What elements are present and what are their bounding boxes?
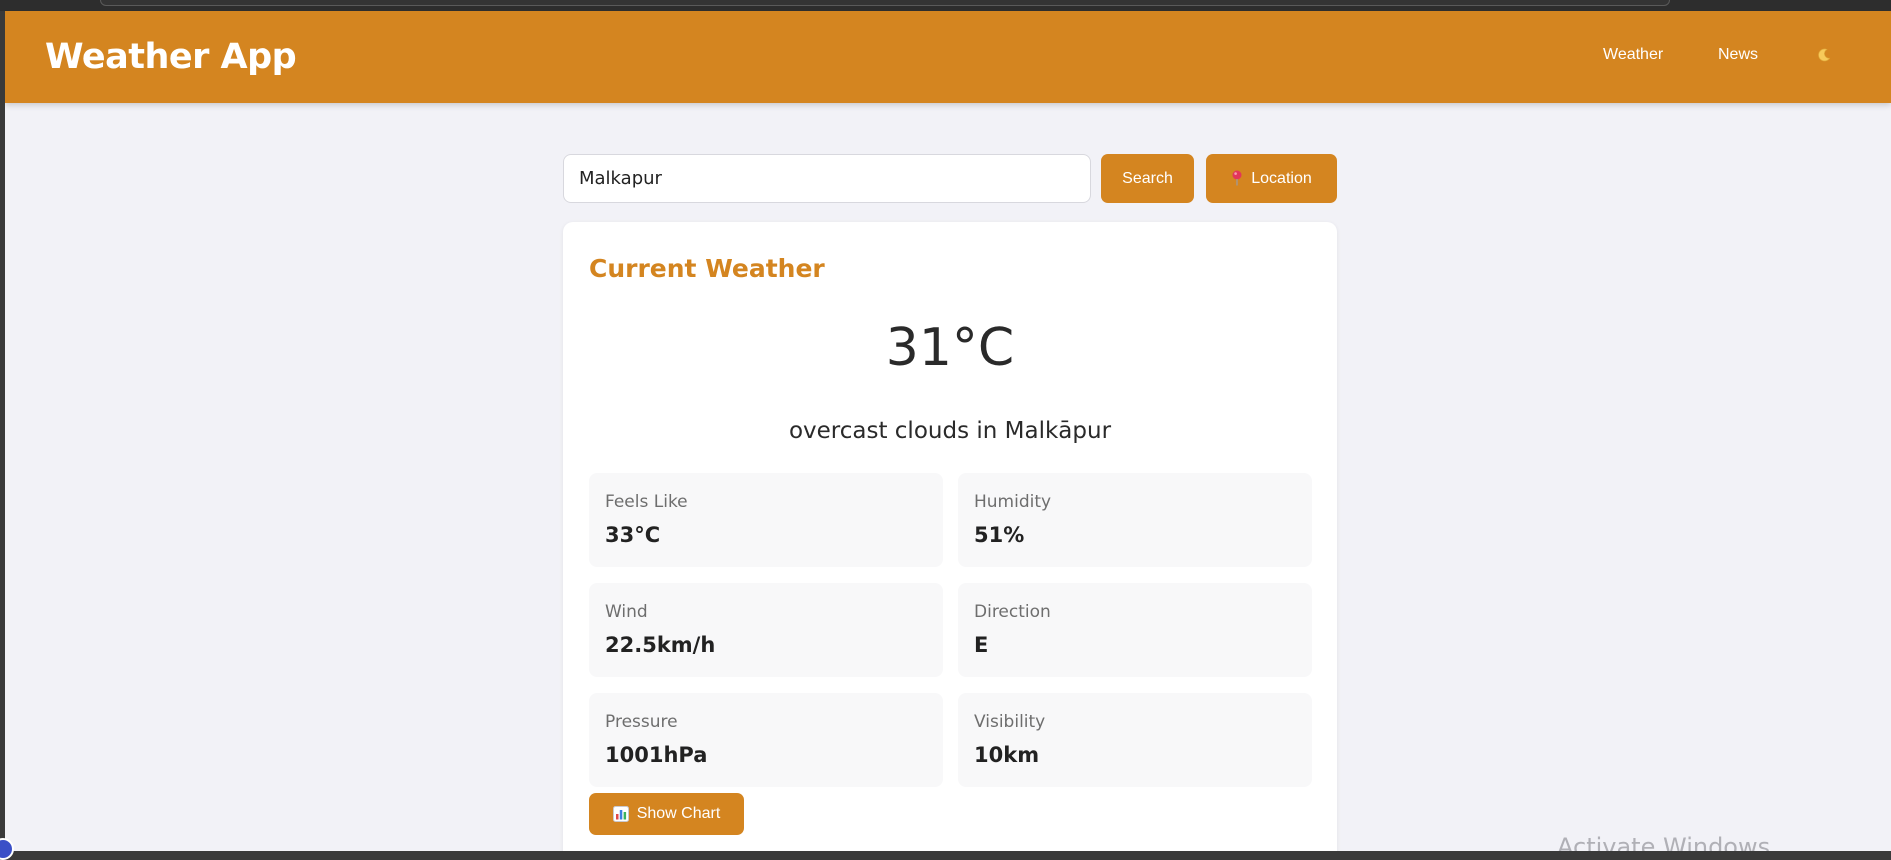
location-button-label: Location (1251, 169, 1312, 187)
activate-windows-watermark: Activate Windows (1557, 833, 1771, 851)
nav-link-news[interactable]: News (1718, 46, 1758, 64)
stat-label: Feels Like (605, 492, 688, 512)
stat-humidity: Humidity 51% (958, 473, 1312, 567)
stat-direction: Direction E (958, 583, 1312, 677)
weather-description: overcast clouds in Malkāpur (788, 418, 1112, 444)
top-navbar: Weather App Weather News (5, 11, 1891, 103)
stat-value: 22.5km/h (605, 633, 716, 657)
stat-pressure: Pressure 1001hPa (589, 693, 943, 787)
temperature-value: 31°C (885, 318, 1015, 378)
page-viewport: Weather App Weather News Search Location… (5, 11, 1891, 851)
stat-label: Direction (974, 602, 1051, 622)
bar-chart-icon (612, 806, 629, 822)
stat-value: 33°C (605, 523, 661, 547)
section-title: Current Weather (589, 254, 825, 283)
search-button-label: Search (1122, 169, 1173, 187)
map-pin-icon (1232, 170, 1242, 185)
browser-address-bar-edge[interactable] (100, 0, 1670, 6)
current-weather-card: Current Weather 31°C overcast clouds in … (563, 222, 1337, 851)
theme-toggle-button[interactable] (1813, 47, 1835, 69)
stat-label: Wind (605, 602, 648, 622)
nav-link-weather[interactable]: Weather (1603, 46, 1663, 64)
search-button[interactable]: Search (1101, 154, 1194, 203)
stat-feels-like: Feels Like 33°C (589, 473, 943, 567)
show-chart-label: Show Chart (636, 805, 721, 822)
moon-icon (1818, 48, 1831, 62)
stat-label: Humidity (974, 492, 1052, 512)
stat-label: Visibility (974, 712, 1046, 732)
city-search-input[interactable] (563, 154, 1091, 203)
stat-wind: Wind 22.5km/h (589, 583, 943, 677)
stat-value: E (974, 633, 989, 657)
stat-value: 1001hPa (605, 743, 708, 767)
app-title: Weather App (45, 37, 297, 77)
stat-label: Pressure (605, 712, 678, 732)
browser-top-bar (0, 0, 1891, 11)
stat-value: 51% (974, 523, 1025, 547)
stat-visibility: Visibility 10km (958, 693, 1312, 787)
show-chart-button[interactable]: Show Chart (589, 793, 744, 835)
location-button[interactable]: Location (1206, 154, 1337, 203)
stat-value: 10km (974, 743, 1040, 767)
